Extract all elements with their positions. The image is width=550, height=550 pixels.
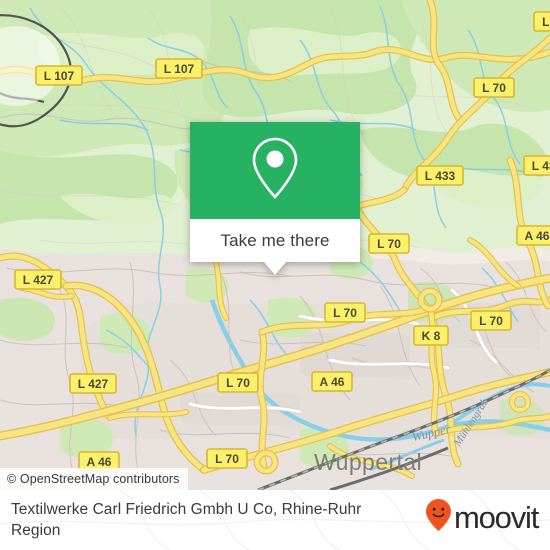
road-shield: L 433: [523, 155, 550, 176]
moovit-logo: moovit: [425, 498, 539, 537]
popup-footer[interactable]: Take me there: [190, 219, 360, 275]
svg-text:K 8: K 8: [422, 329, 441, 343]
moovit-wordmark: moovit: [454, 500, 539, 535]
svg-text:L 107: L 107: [164, 62, 195, 76]
svg-text:L 70: L 70: [215, 452, 239, 466]
moovit-pin-icon: [425, 498, 452, 537]
road-shield: L 427: [14, 269, 62, 290]
road-shield: L 70: [217, 372, 259, 393]
map-popup-card[interactable]: Take me there: [190, 122, 360, 275]
road-shield: K 8: [413, 325, 449, 346]
map-attribution: © OpenStreetMap contributors: [0, 468, 188, 490]
road-shield: L 70: [206, 448, 248, 469]
road-shield: L 70: [473, 77, 515, 98]
svg-text:L 427: L 427: [23, 273, 54, 287]
svg-text:A 46: A 46: [320, 375, 345, 389]
svg-text:L 70: L 70: [333, 306, 357, 320]
road-shield: L 70: [533, 11, 550, 32]
map-pin-icon: [247, 133, 303, 208]
svg-text:L 70: L 70: [377, 237, 401, 251]
place-title: Textilwerke Carl Friedrich Gmbh U Co, Rh…: [11, 501, 362, 539]
road-shield: L 70: [324, 302, 366, 323]
popup-header: [190, 122, 360, 219]
take-me-there-label: Take me there: [220, 230, 330, 250]
road-shield: L 107: [35, 65, 83, 86]
svg-text:L 70: L 70: [482, 81, 506, 95]
svg-text:L 70: L 70: [226, 376, 250, 390]
svg-text:L 433: L 433: [532, 159, 550, 173]
road-shield: L 70: [368, 233, 410, 254]
road-shield: L 427: [69, 373, 117, 394]
road-shield: A 46: [311, 371, 353, 392]
road-shield: L 107: [155, 58, 203, 79]
road-shield: L 70: [470, 310, 512, 331]
svg-text:A 46: A 46: [525, 229, 550, 243]
svg-text:L 70: L 70: [542, 15, 550, 29]
screenshot-root: .forest{fill:#c6e5ac;} .forest2{fill:#cf…: [0, 0, 550, 550]
svg-text:L 107: L 107: [44, 69, 75, 83]
svg-text:L 433: L 433: [425, 169, 456, 183]
svg-text:L 427: L 427: [78, 377, 109, 391]
road-shield: L 433: [416, 165, 464, 186]
svg-text:L 70: L 70: [479, 314, 503, 328]
svg-text:A 46: A 46: [87, 455, 112, 469]
road-shield: A 46: [516, 225, 550, 246]
popup-tail: [264, 262, 286, 275]
